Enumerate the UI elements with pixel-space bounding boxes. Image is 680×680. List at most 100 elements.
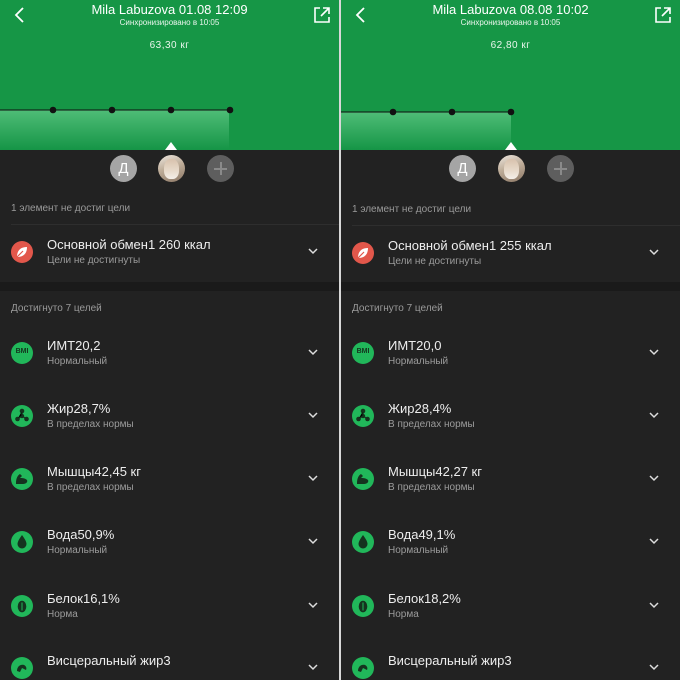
metric-title: Жир28,7% (47, 401, 111, 416)
not-reached-label: 1 элемент не достиг цели (11, 203, 131, 214)
chevron-down-icon[interactable] (648, 246, 660, 258)
chart-area (341, 112, 511, 150)
reached-label: Достигнуто 7 целей (11, 303, 102, 314)
muscle-icon (352, 468, 374, 490)
metric-row-bmi[interactable]: BMI ИМТ20,0 Нормальный (341, 329, 680, 385)
metric-row-protein[interactable]: Белок18,2% Норма (341, 582, 680, 638)
sync-status: Синхронизировано в 10:05 (460, 18, 561, 27)
chevron-down-icon[interactable] (648, 409, 660, 421)
metric-title: Основной обмен1 255 ккал (388, 238, 552, 253)
chevron-down-icon[interactable] (307, 472, 319, 484)
water-drop-icon (352, 531, 374, 553)
chart-area (0, 110, 229, 150)
page-title: Mila Labuzova 01.08 12:09 (91, 2, 248, 17)
divider (352, 225, 680, 226)
chevron-down-icon[interactable] (307, 661, 319, 673)
metric-row-water[interactable]: Вода49,1% Нормальный (341, 518, 680, 574)
chevron-down-icon[interactable] (307, 245, 319, 257)
chevron-down-icon[interactable] (648, 535, 660, 547)
chevron-down-icon[interactable] (307, 346, 319, 358)
metric-row-visceral[interactable]: Висцеральный жир3 (0, 644, 339, 680)
metric-row-bmi[interactable]: BMI ИМТ20,2 Нормальный (0, 329, 339, 385)
not-reached-label: 1 элемент не достиг цели (352, 204, 472, 215)
chevron-down-icon[interactable] (307, 535, 319, 547)
metric-status: В пределах нормы (47, 482, 134, 493)
page-title: Mila Labuzova 08.08 10:02 (432, 2, 589, 17)
protein-icon (352, 595, 374, 617)
reached-label: Достигнуто 7 целей (352, 303, 443, 314)
screen-panel-left: Mila Labuzova 01.08 12:09 Синхронизирова… (0, 0, 339, 680)
bmi-icon: BMI (11, 342, 33, 364)
fat-icon (11, 405, 33, 427)
chevron-down-icon[interactable] (648, 661, 660, 673)
user-avatar-initial[interactable]: Д (110, 155, 137, 182)
metric-row-protein[interactable]: Белок16,1% Норма (0, 582, 339, 638)
metric-title: Вода50,9% (47, 527, 115, 542)
metric-status: В пределах нормы (388, 482, 475, 493)
metric-status: Цели не достигнуты (47, 255, 141, 266)
add-user-icon[interactable] (547, 155, 574, 182)
add-user-icon[interactable] (207, 155, 234, 182)
user-avatar-photo[interactable] (158, 155, 185, 182)
chart-point[interactable] (226, 106, 234, 114)
metric-row-visceral[interactable]: Висцеральный жир3 (341, 644, 680, 680)
weight-history-chart[interactable] (0, 95, 339, 150)
user-avatar-initial[interactable]: Д (449, 155, 476, 182)
metric-status: Нормальный (47, 356, 108, 367)
share-icon[interactable] (313, 6, 331, 24)
chart-point[interactable] (448, 108, 456, 116)
metric-status: В пределах нормы (388, 419, 475, 430)
sync-status: Синхронизировано в 10:05 (119, 18, 220, 27)
leaf-icon (352, 242, 374, 264)
metric-row-bmr[interactable]: Основной обмен1 260 ккал Цели не достигн… (0, 228, 339, 284)
chevron-down-icon[interactable] (648, 599, 660, 611)
metric-row-bmr[interactable]: Основной обмен1 255 ккал Цели не достигн… (341, 229, 680, 285)
chevron-down-icon[interactable] (307, 599, 319, 611)
metric-row-fat[interactable]: Жир28,7% В пределах нормы (0, 392, 339, 448)
metric-status: Нормальный (388, 356, 449, 367)
visceral-fat-icon (11, 657, 33, 679)
water-drop-icon (11, 531, 33, 553)
metric-title: Мышцы42,27 кг (388, 464, 482, 479)
muscle-icon (11, 468, 33, 490)
bmi-icon: BMI (352, 342, 374, 364)
section-separator (341, 282, 680, 291)
comparison-screen: Mila Labuzova 01.08 12:09 Синхронизирова… (0, 0, 680, 680)
metric-title: Висцеральный жир3 (388, 653, 512, 668)
metric-row-muscle[interactable]: Мышцы42,27 кг В пределах нормы (341, 455, 680, 511)
chart-point-selected[interactable] (167, 106, 175, 114)
metric-status: Норма (388, 609, 419, 620)
share-icon[interactable] (654, 6, 672, 24)
user-switcher: Д (0, 155, 339, 183)
chart-point[interactable] (389, 108, 397, 116)
metric-status: Норма (47, 609, 78, 620)
weight-value: 62,80 кг (490, 40, 531, 51)
chevron-down-icon[interactable] (648, 346, 660, 358)
metric-title: ИМТ20,0 (388, 338, 442, 353)
metric-status: Нормальный (47, 545, 108, 556)
chevron-down-icon[interactable] (648, 472, 660, 484)
chart-point[interactable] (49, 106, 57, 114)
metric-row-muscle[interactable]: Мышцы42,45 кг В пределах нормы (0, 455, 339, 511)
metric-title: Мышцы42,45 кг (47, 464, 141, 479)
screen-panel-right: Mila Labuzova 08.08 10:02 Синхронизирова… (341, 0, 680, 680)
metric-status: Нормальный (388, 545, 449, 556)
metric-title: Вода49,1% (388, 527, 456, 542)
leaf-icon (11, 241, 33, 263)
metric-title: ИМТ20,2 (47, 338, 101, 353)
section-separator (0, 282, 339, 291)
header: Mila Labuzova 08.08 10:02 Синхронизирова… (341, 0, 680, 150)
metric-title: Белок18,2% (388, 591, 461, 606)
chart-point[interactable] (108, 106, 116, 114)
metric-status: В пределах нормы (47, 419, 134, 430)
weight-history-chart[interactable] (341, 95, 680, 150)
chart-point-selected[interactable] (507, 108, 515, 116)
user-switcher: Д (341, 155, 680, 183)
metric-row-water[interactable]: Вода50,9% Нормальный (0, 518, 339, 574)
chevron-down-icon[interactable] (307, 409, 319, 421)
user-avatar-photo[interactable] (498, 155, 525, 182)
metric-status: Цели не достигнуты (388, 256, 482, 267)
weight-value: 63,30 кг (149, 40, 190, 51)
metric-row-fat[interactable]: Жир28,4% В пределах нормы (341, 392, 680, 448)
visceral-fat-icon (352, 657, 374, 679)
